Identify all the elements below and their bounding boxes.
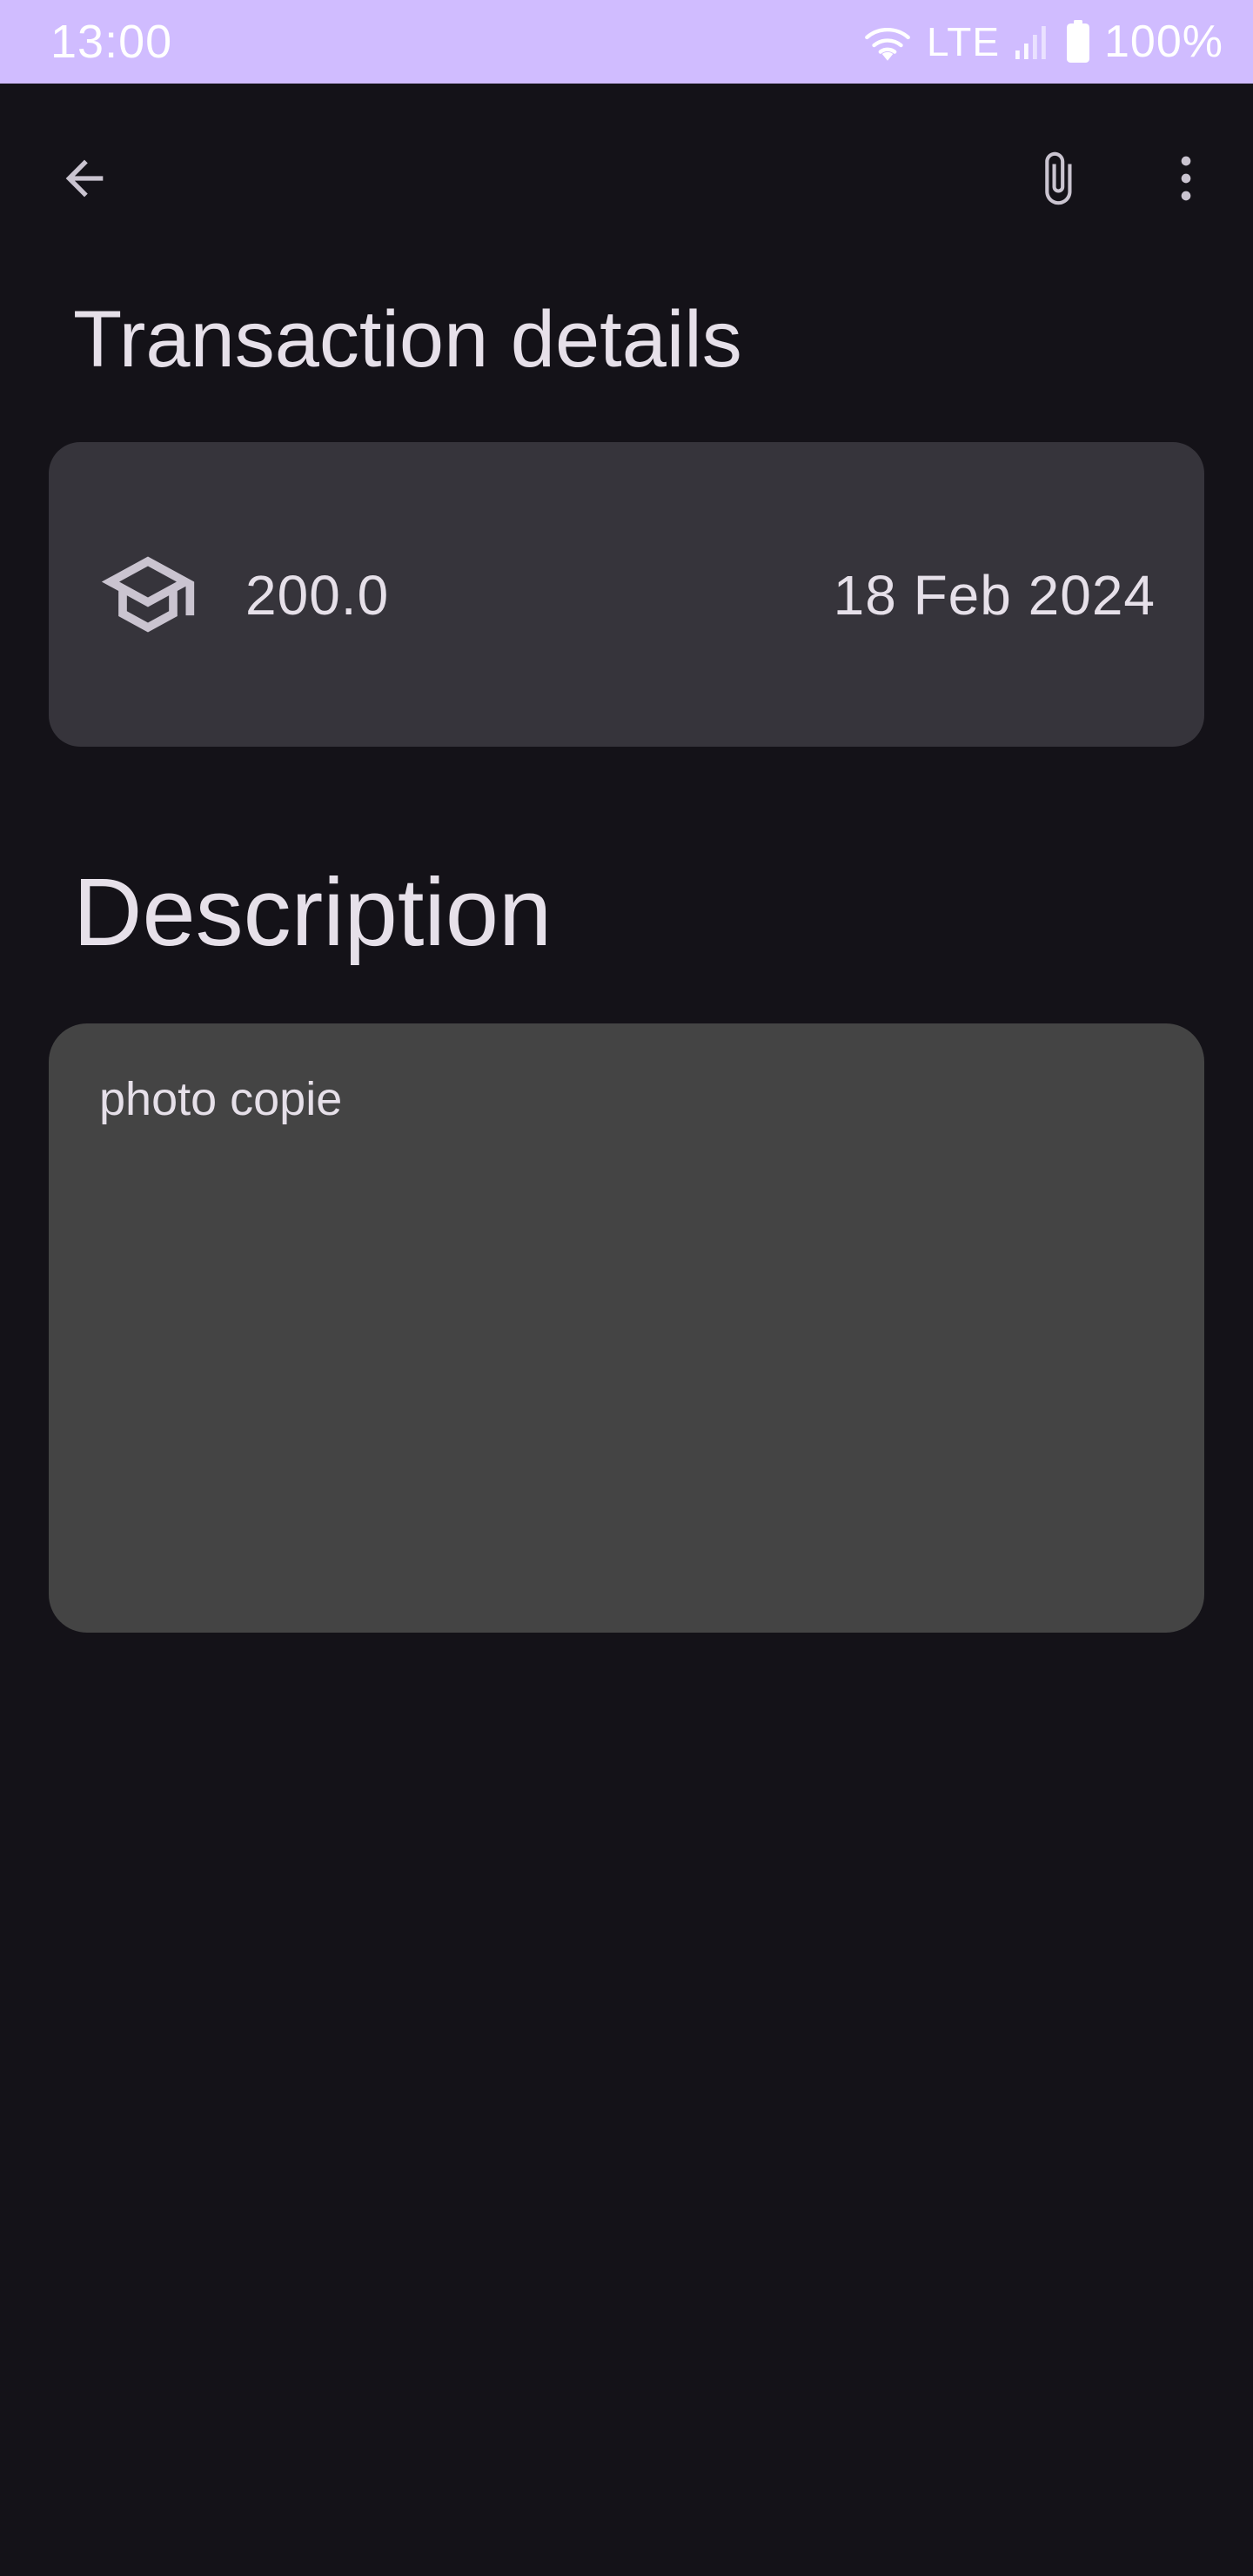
arrow-back-icon — [57, 151, 112, 211]
battery-icon — [1066, 20, 1090, 64]
battery-level: 100% — [1104, 17, 1223, 67]
transaction-details-screen: 13:00 LTE 100% Transaction details 200.0… — [0, 0, 1253, 2576]
wifi-icon — [862, 22, 913, 62]
transaction-summary-card: 200.0 18 Feb 2024 — [49, 442, 1204, 747]
page-title: Transaction details — [73, 295, 742, 384]
attach-button[interactable] — [1009, 132, 1105, 228]
top-app-bar — [0, 84, 1253, 278]
description-text: photo copie — [99, 1073, 343, 1125]
signal-icon — [1014, 23, 1052, 61]
status-time: 13:00 — [50, 16, 173, 68]
description-heading: Description — [73, 859, 553, 966]
more-vert-icon — [1158, 151, 1214, 211]
transaction-date: 18 Feb 2024 — [833, 564, 1156, 627]
transaction-amount: 200.0 — [245, 564, 390, 627]
paperclip-icon — [1029, 144, 1086, 218]
graduation-cap-icon — [97, 544, 198, 645]
status-indicators: LTE 100% — [862, 16, 1223, 68]
status-bar: 13:00 LTE 100% — [0, 0, 1253, 84]
network-type: LTE — [927, 19, 1000, 64]
more-options-button[interactable] — [1138, 132, 1234, 228]
description-card: photo copie — [49, 1023, 1204, 1633]
back-button[interactable] — [37, 132, 132, 228]
